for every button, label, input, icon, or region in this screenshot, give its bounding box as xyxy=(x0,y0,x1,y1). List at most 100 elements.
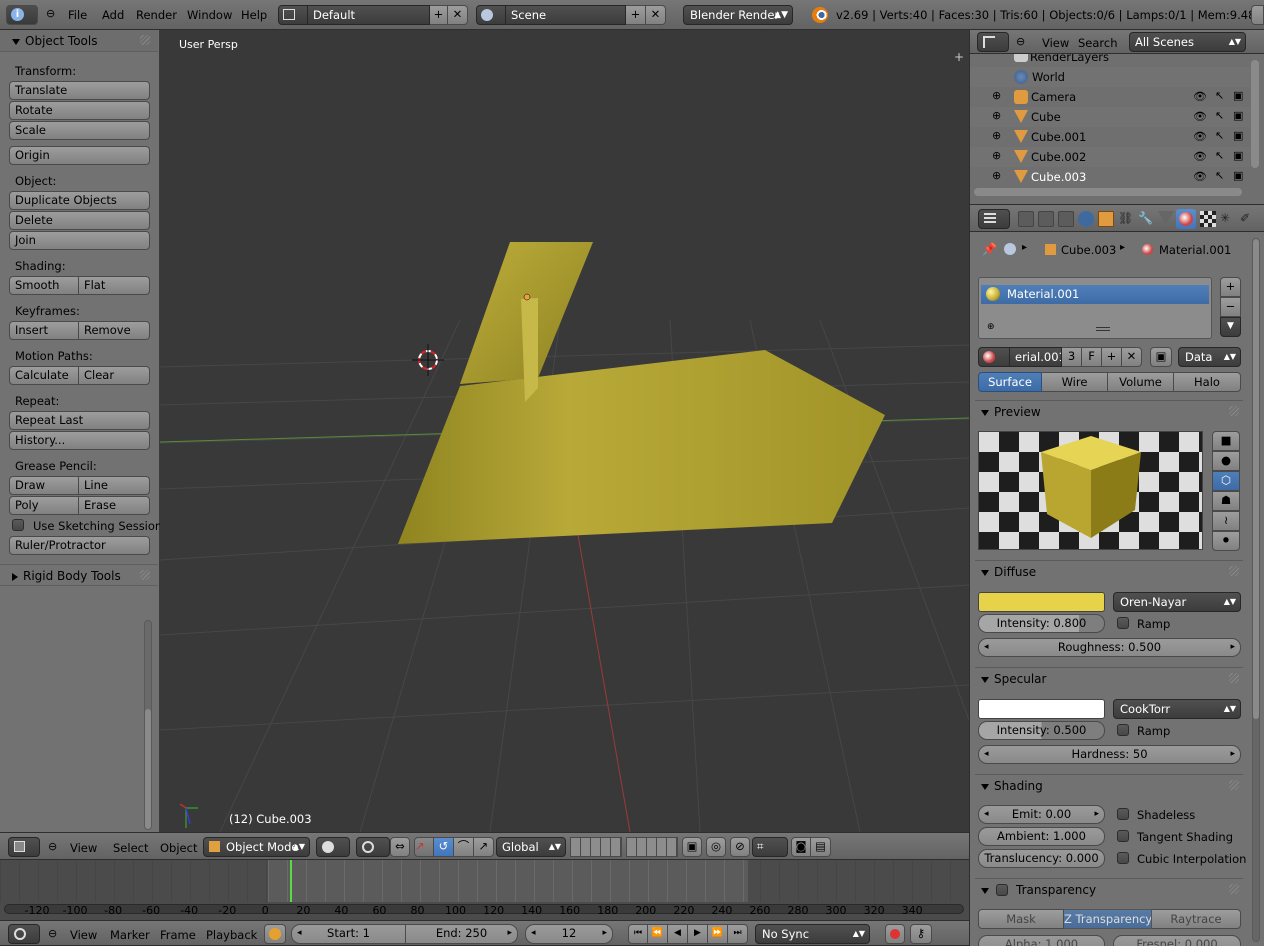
eye-icon[interactable]: 👁 xyxy=(1193,130,1207,143)
collapse-icon[interactable]: ⊖ xyxy=(48,927,57,940)
smooth-button[interactable]: Smooth xyxy=(9,276,79,295)
expand-icon[interactable]: ⊕ xyxy=(992,149,1001,162)
new-material-button[interactable]: + xyxy=(1102,347,1122,367)
outliner-row[interactable]: ⊕ Cube.002 👁 ↖ ▣ xyxy=(970,147,1250,167)
render-toggle-icon[interactable]: ▣ xyxy=(1233,169,1243,182)
collapse-icon[interactable]: ⊖ xyxy=(48,840,57,853)
3d-cursor-icon[interactable] xyxy=(412,344,444,376)
increment-arrow-icon[interactable]: ▸ xyxy=(602,925,607,942)
expand-icon[interactable]: ⊕ xyxy=(992,169,1001,182)
editor-type-button[interactable]: i xyxy=(6,5,38,25)
decrement-arrow-icon[interactable]: ◂ xyxy=(984,639,989,656)
fullscreen-icon[interactable] xyxy=(1251,5,1264,25)
render-anim-icon[interactable]: ▤ xyxy=(811,837,831,857)
material-link-icon-button[interactable]: ▣ xyxy=(1150,347,1172,367)
snap-element-select[interactable]: ⌗ xyxy=(752,837,788,857)
transparency-raytrace-tab[interactable]: Raytrace xyxy=(1152,909,1241,929)
render-tab-icon[interactable] xyxy=(1018,211,1034,227)
outliner-menu-view[interactable]: View xyxy=(1042,36,1069,50)
select-cursor-icon[interactable]: ↖ xyxy=(1215,109,1224,122)
properties-editor-type-button[interactable] xyxy=(978,209,1010,229)
proportional-edit-icon[interactable]: ◎ xyxy=(706,837,726,857)
render-toggle-icon[interactable]: ▣ xyxy=(1233,89,1243,102)
expand-icon[interactable]: ⊕ xyxy=(992,109,1001,122)
translate-manipulator-icon[interactable]: ↗ xyxy=(414,837,434,857)
preview-cube-button[interactable]: ⬡ xyxy=(1212,471,1240,491)
render-still-icon[interactable]: ◙ xyxy=(791,837,811,857)
menu-object[interactable]: Object xyxy=(160,841,197,855)
scene-close-button[interactable]: ✕ xyxy=(646,5,666,25)
tab-wire[interactable]: Wire xyxy=(1042,372,1108,392)
cubic-interpolation-checkbox[interactable] xyxy=(1117,852,1129,864)
transparency-mask-tab[interactable]: Mask xyxy=(978,909,1064,929)
unlink-material-button[interactable]: ✕ xyxy=(1122,347,1142,367)
start-frame-field[interactable]: ◂ Start: 1 xyxy=(291,924,406,944)
preview-hair-button[interactable]: ≀ xyxy=(1212,511,1240,531)
shadeless-checkbox[interactable] xyxy=(1117,808,1129,820)
scene-tab-icon[interactable] xyxy=(1058,211,1074,227)
outliner-menu-search[interactable]: Search xyxy=(1078,36,1118,50)
specular-intensity-slider[interactable]: Intensity: 0.500 xyxy=(978,721,1105,740)
increment-arrow-icon[interactable]: ▸ xyxy=(1230,639,1235,656)
particles-tab-icon[interactable]: ✳ xyxy=(1220,211,1236,227)
sketching-checkbox[interactable] xyxy=(12,519,24,531)
select-cursor-icon[interactable]: ↖ xyxy=(1215,129,1224,142)
line-button[interactable]: Line xyxy=(79,476,150,495)
render-toggle-icon[interactable]: ▣ xyxy=(1233,129,1243,142)
add-slot-button[interactable]: + xyxy=(1220,277,1241,297)
outliner-row[interactable]: ⊕ Cube.001 👁 ↖ ▣ xyxy=(970,127,1250,147)
constraints-tab-icon[interactable]: ⛓ xyxy=(1118,211,1134,227)
select-cursor-icon[interactable]: ↖ xyxy=(1215,89,1224,102)
outliner-row[interactable]: World xyxy=(970,67,1250,87)
material-browse-button[interactable] xyxy=(978,347,1010,367)
decrement-arrow-icon[interactable]: ◂ xyxy=(984,806,989,823)
preview-monkey-button[interactable]: ☗ xyxy=(1212,491,1240,511)
menu-add[interactable]: Add xyxy=(102,8,124,22)
shading-panel-header[interactable]: Shading xyxy=(975,774,1243,796)
outliner-row[interactable]: ⊕ Cube.003 👁 ↖ ▣ xyxy=(970,167,1250,187)
panel-grip-icon[interactable] xyxy=(1229,780,1239,790)
render-layers-tab-icon[interactable] xyxy=(1038,211,1054,227)
timeline-area[interactable]: -120 -100 -80 -60 -40 -20 0 20 40 60 80 100 120 140 16… xyxy=(0,860,969,920)
rotate-button[interactable]: Rotate xyxy=(9,101,150,120)
ruler-protractor-button[interactable]: Ruler/Protractor xyxy=(9,536,150,555)
calculate-button[interactable]: Calculate xyxy=(9,366,79,385)
texture-tab-icon[interactable] xyxy=(1200,211,1216,227)
ambient-field[interactable]: Ambient: 1.000 xyxy=(978,827,1105,846)
transform-orientation-select[interactable]: Global ▲▼ xyxy=(496,837,566,857)
scale-button[interactable]: Scale xyxy=(9,121,150,140)
tab-halo[interactable]: Halo xyxy=(1174,372,1241,392)
rigid-body-tools-header[interactable]: Rigid Body Tools xyxy=(0,564,158,586)
panel-grip-icon[interactable] xyxy=(1229,673,1239,683)
increment-arrow-icon[interactable]: ▸ xyxy=(1094,806,1099,823)
preview-range-toggle[interactable] xyxy=(264,924,286,944)
diffuse-ramp-checkbox[interactable] xyxy=(1117,617,1129,629)
transparency-panel-header[interactable]: Transparency xyxy=(975,878,1243,900)
duplicate-objects-button[interactable]: Duplicate Objects xyxy=(9,191,150,210)
expand-icon[interactable]: ⊕ xyxy=(992,129,1001,142)
delete-button[interactable]: Delete xyxy=(9,211,150,230)
pivot-point-select[interactable] xyxy=(356,837,390,857)
panel-grip-icon[interactable] xyxy=(1229,884,1239,894)
pin-icon[interactable]: 📌 xyxy=(982,242,997,256)
sync-mode-select[interactable]: No Sync ▲▼ xyxy=(755,924,870,944)
roughness-field[interactable]: ◂ Roughness: 0.500 ▸ xyxy=(978,638,1241,657)
diffuse-shader-select[interactable]: Oren-Nayar ▲▼ xyxy=(1113,592,1241,612)
panel-grip-icon[interactable] xyxy=(140,570,150,580)
layout-add-button[interactable]: + xyxy=(430,5,448,25)
fresnel-field[interactable]: Fresnel: 0.000 xyxy=(1113,935,1241,946)
transparency-checkbox[interactable] xyxy=(996,884,1008,896)
material-link-select[interactable]: Data ▲▼ xyxy=(1178,347,1241,367)
viewport-editor-type-button[interactable] xyxy=(8,837,40,857)
join-button[interactable]: Join xyxy=(9,231,150,250)
expand-icon[interactable]: ⊕ xyxy=(992,89,1001,102)
outliner-vscrollbar[interactable] xyxy=(1251,60,1259,168)
preview-panel-header[interactable]: Preview xyxy=(975,400,1243,422)
translate-button[interactable]: Translate xyxy=(9,81,150,100)
preview-sky-button[interactable]: ⚫ xyxy=(1212,531,1240,551)
material-name-field[interactable]: erial.001 xyxy=(1010,347,1062,367)
clear-button[interactable]: Clear xyxy=(79,366,150,385)
list-filter-icon[interactable]: ⊕ xyxy=(987,322,995,332)
material-slot-item[interactable]: Material.001 xyxy=(981,285,1209,304)
panel-grip-icon[interactable] xyxy=(1229,566,1239,576)
